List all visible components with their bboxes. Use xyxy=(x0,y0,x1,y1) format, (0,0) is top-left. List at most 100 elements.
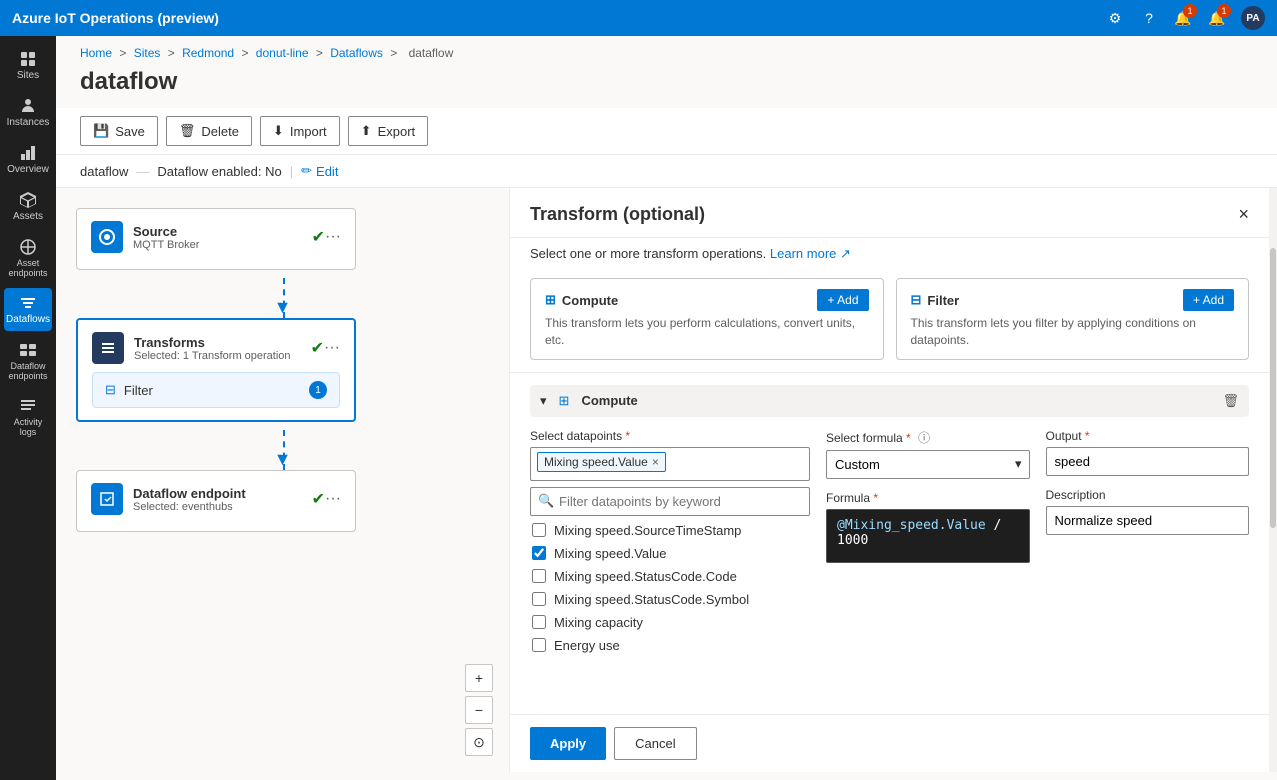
sidebar-item-sites[interactable]: Sites xyxy=(4,44,52,87)
select-formula-label: Select formula * ⓘ xyxy=(826,429,1030,446)
flow-canvas[interactable]: Source MQTT Broker ✔ ··· ▼ xyxy=(56,188,509,772)
page-header: dataflow xyxy=(56,64,1277,108)
main-content: Home > Sites > Redmond > donut-line > Da… xyxy=(56,36,1277,780)
breadcrumb-home[interactable]: Home xyxy=(80,46,112,60)
notifications-icon[interactable]: 🔔 1 xyxy=(1173,8,1193,28)
sidebar-label-assets: Assets xyxy=(13,211,43,222)
checkbox-mixing-speed-statuscode-symbol[interactable]: Mixing speed.StatusCode.Symbol xyxy=(530,589,810,610)
save-icon: 💾 xyxy=(93,123,109,139)
delete-button[interactable]: 🗑 Delete xyxy=(166,116,252,146)
destination-menu-icon[interactable]: ··· xyxy=(325,490,341,508)
filter-datapoints-input[interactable] xyxy=(530,487,810,516)
source-icon xyxy=(91,221,123,253)
sidebar-label-dataflow-endpoints: Dataflow endpoints xyxy=(8,361,48,381)
source-subtitle: MQTT Broker xyxy=(133,239,312,251)
tag-remove-button[interactable]: × xyxy=(652,455,659,469)
fit-button[interactable]: ⊙ xyxy=(465,728,493,756)
transforms-info: Transforms Selected: 1 Transform operati… xyxy=(134,335,311,362)
status-bar: dataflow — Dataflow enabled: No | ✏ Edit xyxy=(56,155,1277,188)
panel-header: Transform (optional) × xyxy=(510,188,1269,238)
filter-add-button[interactable]: + Add xyxy=(1183,289,1234,311)
transforms-node[interactable]: Transforms Selected: 1 Transform operati… xyxy=(76,318,356,422)
formula-group: Formula * @Mixing_speed.Value / 1000 xyxy=(826,491,1030,563)
checkbox-mixing-speed-value[interactable]: Mixing speed.Value xyxy=(530,543,810,564)
panel-close-button[interactable]: × xyxy=(1238,204,1249,225)
description-group: Description xyxy=(1046,488,1250,535)
output-input[interactable] xyxy=(1046,447,1250,476)
filter-card-icon: ⊟ xyxy=(911,292,922,308)
learn-more-link[interactable]: Learn more ↗ xyxy=(770,246,851,261)
page-title: dataflow xyxy=(80,68,1253,96)
compute-add-button[interactable]: + Add xyxy=(817,289,868,311)
save-button[interactable]: 💾 Save xyxy=(80,116,158,146)
canvas-controls: + − ⊙ xyxy=(465,664,493,756)
sidebar-label-sites: Sites xyxy=(17,70,39,81)
compute-section-header: ▾ ⊞ Compute 🗑 xyxy=(530,385,1249,417)
import-button[interactable]: ⬇ Import xyxy=(260,116,340,146)
breadcrumb-dataflows[interactable]: Dataflows xyxy=(330,46,383,60)
sidebar-item-dataflow-endpoints[interactable]: Dataflow endpoints xyxy=(4,335,52,387)
formula-select[interactable]: Custom Add Subtract Multiply Divide xyxy=(826,450,1030,479)
apply-button[interactable]: Apply xyxy=(530,727,606,760)
destination-subtitle: Selected: eventhubs xyxy=(133,501,312,513)
compute-collapse-button[interactable]: ▾ xyxy=(540,393,547,409)
topbar-icons: ⚙ ? 🔔 1 🔔 1 PA xyxy=(1105,6,1265,30)
sidebar-item-overview[interactable]: Overview xyxy=(4,138,52,181)
checkbox-mixing-speed-sourcetimestamp[interactable]: Mixing speed.SourceTimeStamp xyxy=(530,520,810,541)
breadcrumb-sites[interactable]: Sites xyxy=(134,46,161,60)
breadcrumb-donut-line[interactable]: donut-line xyxy=(256,46,309,60)
panel-footer: Apply Cancel xyxy=(510,714,1269,772)
checkbox-mixing-speed-statuscode-code[interactable]: Mixing speed.StatusCode.Code xyxy=(530,566,810,587)
sidebar-item-assets[interactable]: Assets xyxy=(4,185,52,228)
checkbox-mixing-capacity[interactable]: Mixing capacity xyxy=(530,612,810,633)
filter-inner-node[interactable]: ⊟ Filter 1 xyxy=(92,372,340,408)
destination-title: Dataflow endpoint xyxy=(133,486,312,501)
status-dataflow-name: dataflow xyxy=(80,164,128,179)
sidebar-label-dataflows: Dataflows xyxy=(6,314,50,325)
compute-delete-button[interactable]: 🗑 xyxy=(1222,393,1239,409)
compute-section: ▾ ⊞ Compute 🗑 Select datapoints * xyxy=(510,373,1269,714)
sidebar-item-asset-endpoints[interactable]: Asset endpoints xyxy=(4,232,52,284)
filter-card-title: ⊟ Filter xyxy=(911,292,960,308)
destination-node[interactable]: Dataflow endpoint Selected: eventhubs ✔ … xyxy=(76,470,356,532)
transforms-menu-icon[interactable]: ··· xyxy=(324,339,340,357)
sidebar: Sites Instances Overview Assets Asset en… xyxy=(0,36,56,780)
export-button[interactable]: ⬆ Export xyxy=(348,116,428,146)
select-formula-group: Select formula * ⓘ Custom Add Subtract xyxy=(826,429,1030,479)
source-node[interactable]: Source MQTT Broker ✔ ··· xyxy=(76,208,356,270)
settings-icon[interactable]: ⚙ xyxy=(1105,8,1125,28)
app-title: Azure IoT Operations (preview) xyxy=(12,10,219,26)
transforms-title: Transforms xyxy=(134,335,311,350)
sidebar-item-instances[interactable]: Instances xyxy=(4,91,52,134)
compute-card-title: ⊞ Compute xyxy=(545,292,618,308)
transforms-subtitle: Selected: 1 Transform operation xyxy=(134,350,311,362)
transform-cards: ⊞ Compute + Add This transform lets you … xyxy=(510,270,1269,373)
filter-label: Filter xyxy=(124,383,301,398)
sidebar-item-activity-logs[interactable]: Activity logs xyxy=(4,391,52,443)
scrollbar-thumb[interactable] xyxy=(1270,248,1276,528)
connector-2: ▼ xyxy=(76,430,489,470)
source-status-icon: ✔ xyxy=(312,227,325,247)
sidebar-item-dataflows[interactable]: Dataflows xyxy=(4,288,52,331)
cancel-button[interactable]: Cancel xyxy=(614,727,696,760)
breadcrumb-redmond[interactable]: Redmond xyxy=(182,46,234,60)
source-menu-icon[interactable]: ··· xyxy=(325,228,341,246)
tags-input[interactable]: Mixing speed.Value × xyxy=(530,447,810,481)
zoom-out-button[interactable]: − xyxy=(465,696,493,724)
checkbox-energy-use[interactable]: Energy use xyxy=(530,635,810,656)
checkbox-list: Mixing speed.SourceTimeStamp Mixing spee… xyxy=(530,520,810,656)
panel-title: Transform (optional) xyxy=(530,204,705,225)
avatar[interactable]: PA xyxy=(1241,6,1265,30)
edit-button[interactable]: ✏ Edit xyxy=(301,163,338,179)
alerts-icon[interactable]: 🔔 1 xyxy=(1207,8,1227,28)
filter-card-desc: This transform lets you filter by applyi… xyxy=(911,315,1235,349)
panel-scrollbar[interactable] xyxy=(1269,188,1277,772)
arrow-down-1: ▼ xyxy=(274,297,292,318)
destination-status-icon: ✔ xyxy=(312,489,325,509)
zoom-in-button[interactable]: + xyxy=(465,664,493,692)
help-icon[interactable]: ? xyxy=(1139,8,1159,28)
compute-card: ⊞ Compute + Add This transform lets you … xyxy=(530,278,884,360)
canvas-area: Source MQTT Broker ✔ ··· ▼ xyxy=(56,188,1277,772)
description-input[interactable] xyxy=(1046,506,1250,535)
transform-panel: Transform (optional) × Select one or mor… xyxy=(509,188,1269,772)
